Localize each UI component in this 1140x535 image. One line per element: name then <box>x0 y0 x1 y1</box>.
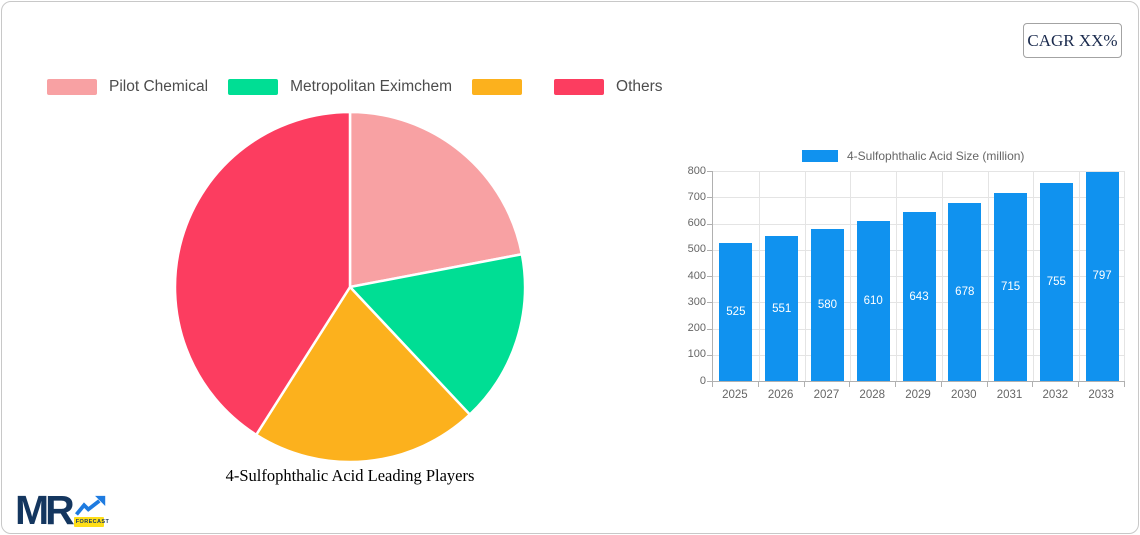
y-axis-tick <box>707 302 712 304</box>
legend-item-metropolitan-eximchem[interactable]: Metropolitan Eximchem <box>228 78 452 96</box>
bar-2027[interactable]: 580 <box>810 228 844 381</box>
x-axis-tick <box>1078 382 1080 387</box>
x-gridline <box>987 171 989 381</box>
legend-swatch <box>554 79 605 95</box>
y-gridline <box>713 171 1125 172</box>
x-axis-tick <box>986 382 988 387</box>
y-axis-label: 400 <box>687 269 706 282</box>
x-gridline <box>1033 171 1035 381</box>
bar-value-label: 525 <box>726 306 746 319</box>
bar-2025[interactable]: 525 <box>719 243 753 381</box>
y-axis-tick <box>707 354 712 356</box>
bar-2032[interactable]: 755 <box>1039 182 1073 381</box>
x-axis-tick <box>940 382 942 387</box>
y-axis-label: 600 <box>687 217 706 229</box>
bar-chart: 4-Sulfophthalic Acid Size (million) 525 5… <box>662 147 1140 407</box>
bar-2028[interactable]: 610 <box>856 220 890 381</box>
pie-chart[interactable] <box>172 109 528 465</box>
y-axis-label: 200 <box>687 322 706 334</box>
legend-swatch <box>228 79 279 95</box>
y-axis-tick <box>707 249 712 251</box>
x-axis-tick <box>895 382 897 387</box>
legend-item-pilot-chemical[interactable]: Pilot Chemical <box>47 78 208 96</box>
logo-forecast-text: FORECAST <box>73 517 110 527</box>
legend-item-others[interactable]: Others <box>554 78 663 96</box>
x-axis-label: 2032 <box>1042 389 1069 401</box>
x-gridline <box>896 171 898 381</box>
y-axis-tick <box>707 171 712 172</box>
bar-2031[interactable]: 715 <box>994 193 1028 381</box>
y-axis-tick <box>707 223 712 225</box>
bar-2026[interactable]: 551 <box>765 236 799 381</box>
y-axis-label: 800 <box>687 164 706 177</box>
x-axis-label: 2027 <box>813 389 840 401</box>
y-axis-tick <box>707 197 712 199</box>
legend-label: Pilot Chemical <box>109 78 209 95</box>
y-axis-label: 700 <box>687 190 706 203</box>
report-card: CAGR XX% Pilot Chemical Metropolitan Exim… <box>1 1 1139 534</box>
mrforecast-logo[interactable]: MR FORECAST <box>15 487 110 533</box>
y-axis-tick <box>707 276 712 277</box>
x-axis-tick <box>757 382 759 387</box>
x-axis-label: 2028 <box>859 389 886 401</box>
bar-chart-legend[interactable]: 4-Sulfophthalic Acid Size (million) <box>802 149 1024 163</box>
legend-label: Metropolitan Eximchem <box>290 78 453 95</box>
bar-value-label: 755 <box>1046 275 1066 288</box>
x-gridline <box>850 171 852 381</box>
bar-plot-area: 525 551 580 610 643 678 715 755 797 <box>712 171 1125 382</box>
x-gridline <box>941 171 943 381</box>
y-axis-label: 300 <box>687 295 706 308</box>
y-axis-label: 500 <box>687 243 706 256</box>
bar-value-label: 643 <box>909 290 929 303</box>
bar-value-label: 797 <box>1092 270 1112 283</box>
bar-2029[interactable]: 643 <box>902 212 936 381</box>
x-axis-tick <box>712 382 713 387</box>
bar-value-label: 551 <box>772 302 792 315</box>
bar-value-label: 678 <box>955 286 975 299</box>
cagr-badge[interactable]: CAGR XX% <box>1023 23 1122 58</box>
bar-series-label: 4-Sulfophthalic Acid Size (million) <box>847 149 1025 163</box>
y-axis-tick <box>707 328 712 330</box>
x-axis-label: 2030 <box>950 389 977 401</box>
x-gridline <box>804 171 806 381</box>
y-axis-label: 100 <box>687 348 706 361</box>
legend-swatch <box>472 79 523 95</box>
bar-value-label: 715 <box>1000 281 1021 294</box>
bar-2030[interactable]: 678 <box>948 203 982 381</box>
pie-chart-title: 4-Sulfophthalic Acid Leading Players <box>225 466 475 485</box>
x-gridline <box>758 171 760 381</box>
legend-swatch <box>47 79 97 95</box>
bar-series-swatch <box>802 150 838 162</box>
bar-value-label: 580 <box>817 298 838 311</box>
x-axis-label: 2031 <box>996 389 1023 401</box>
pie-chart-legend: Pilot Chemical Metropolitan Eximchem Other… <box>47 78 683 96</box>
logo-trend-arrow-icon <box>74 495 105 516</box>
legend-item-unlabeled[interactable] <box>472 79 534 95</box>
x-gridline <box>1079 171 1081 381</box>
legend-label: Others <box>616 78 663 95</box>
bar-2033[interactable]: 797 <box>1085 171 1119 381</box>
x-axis-label: 2029 <box>905 389 931 401</box>
y-axis-label: 0 <box>699 374 706 387</box>
x-axis-tick <box>803 382 805 387</box>
x-gridline <box>1124 171 1125 381</box>
logo-mr-text: MR <box>15 487 75 533</box>
bar-value-label: 610 <box>863 294 883 307</box>
x-axis-label: 2033 <box>1088 389 1114 401</box>
x-axis-tick <box>1124 382 1125 387</box>
x-axis-label: 2025 <box>722 389 748 401</box>
x-axis-tick <box>849 382 851 387</box>
x-axis-label: 2026 <box>767 389 794 401</box>
x-axis-tick <box>1032 382 1034 387</box>
